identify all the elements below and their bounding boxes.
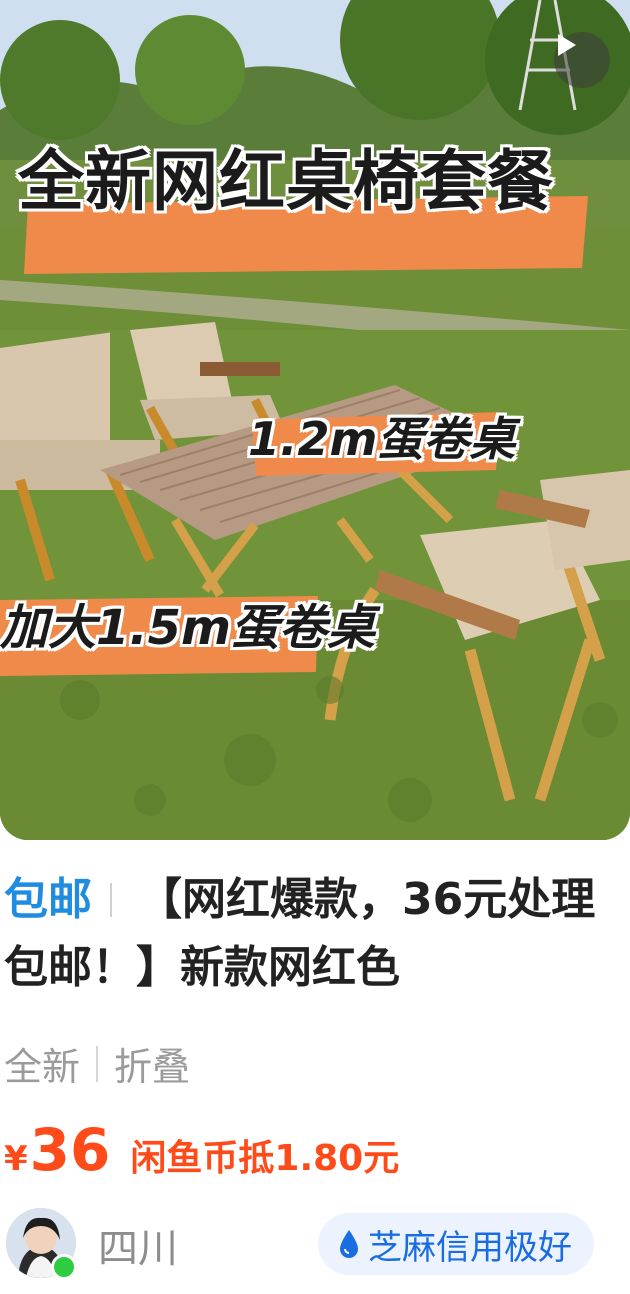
- credit-label: 芝麻信用极好: [368, 1227, 572, 1268]
- image-headline: 全新网红桌椅套餐: [18, 143, 554, 220]
- price-value: 36: [29, 1116, 111, 1184]
- seller-location: 四川: [98, 1226, 178, 1272]
- credit-badge[interactable]: 芝麻信用极好: [318, 1213, 594, 1275]
- image-label-small-table: 1.2m蛋卷桌: [248, 412, 516, 466]
- listing-card[interactable]: 全新网红桌椅套餐 1.2m蛋卷桌 加大1.5m蛋卷桌 包邮 【网红爆款，36元处理…: [0, 0, 630, 1294]
- title-text: 【网红爆款，36元处理包邮！】新款网红色: [4, 874, 596, 993]
- currency-symbol: ¥: [4, 1139, 28, 1179]
- image-label-large-table: 加大1.5m蛋卷桌: [0, 600, 376, 656]
- listing-title[interactable]: 包邮 【网红爆款，36元处理包邮！】新款网红色: [4, 866, 624, 1002]
- attribute-list: 全新 折叠: [4, 1036, 190, 1091]
- attribute-condition: 全新: [4, 1045, 81, 1089]
- attribute-divider: [96, 1045, 99, 1082]
- coin-discount: 闲鱼币抵1.80元: [130, 1138, 400, 1179]
- play-icon[interactable]: [554, 32, 610, 88]
- price-row: ¥ 36 闲鱼币抵1.80元: [4, 1120, 399, 1181]
- online-status-dot: [51, 1254, 77, 1280]
- product-image[interactable]: 全新网红桌椅套餐 1.2m蛋卷桌 加大1.5m蛋卷桌: [0, 0, 630, 840]
- title-divider: [110, 883, 112, 917]
- free-shipping-tag: 包邮: [4, 874, 92, 925]
- attribute-feature: 折叠: [114, 1045, 191, 1089]
- water-drop-icon: [338, 1229, 360, 1259]
